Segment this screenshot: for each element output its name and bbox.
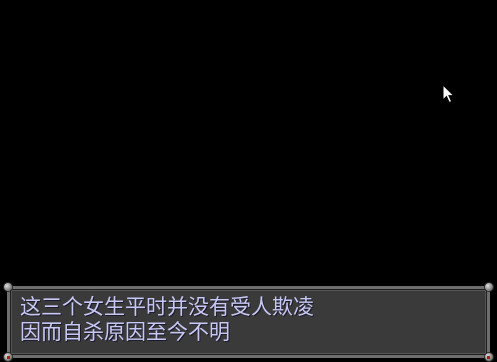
dialog-line-2: 因而自杀原因至今不明 <box>20 320 230 344</box>
frame-rivet-icon <box>4 283 12 291</box>
dialog-box[interactable]: 这三个女生平时并没有受人欺凌 因而自杀原因至今不明 <box>4 283 493 361</box>
frame-corner-accent <box>487 356 490 359</box>
game-scene[interactable]: 这三个女生平时并没有受人欺凌 因而自杀原因至今不明 <box>0 0 497 362</box>
mouse-pointer-icon <box>442 84 456 104</box>
frame-rivet-icon <box>485 283 493 291</box>
dialog-text: 这三个女生平时并没有受人欺凌 因而自杀原因至今不明 <box>20 295 477 345</box>
dialog-line-1: 这三个女生平时并没有受人欺凌 <box>20 295 314 319</box>
frame-corner-accent <box>7 356 10 359</box>
